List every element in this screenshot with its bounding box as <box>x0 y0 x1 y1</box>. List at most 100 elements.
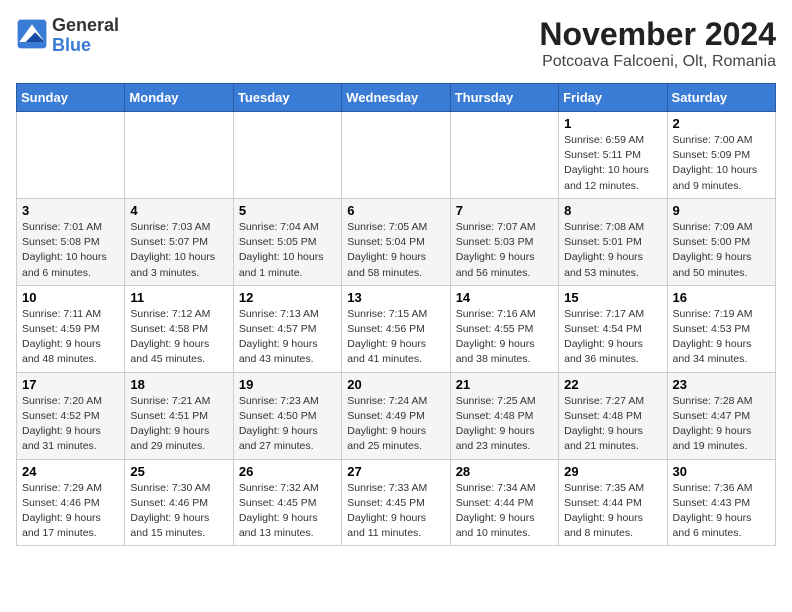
cell-info: Sunrise: 7:24 AM Sunset: 4:49 PM Dayligh… <box>347 394 444 455</box>
calendar-header: SundayMondayTuesdayWednesdayThursdayFrid… <box>17 84 776 112</box>
day-header: Saturday <box>667 84 775 112</box>
calendar-cell: 5 Sunrise: 7:04 AM Sunset: 5:05 PM Daylig… <box>233 198 341 285</box>
day-number: 8 <box>564 203 661 218</box>
logo: General Blue <box>16 16 119 56</box>
calendar-week: 17 Sunrise: 7:20 AM Sunset: 4:52 PM Dayli… <box>17 372 776 459</box>
day-number: 9 <box>673 203 770 218</box>
cell-info: Sunrise: 7:11 AM Sunset: 4:59 PM Dayligh… <box>22 307 119 368</box>
day-number: 26 <box>239 464 336 479</box>
day-number: 14 <box>456 290 553 305</box>
calendar-cell: 11Sunrise: 7:12 AM Sunset: 4:58 PM Dayli… <box>125 285 233 372</box>
day-number: 18 <box>130 377 227 392</box>
calendar-cell: 29 Sunrise: 7:35 AM Sunset: 4:44 PM Dayli… <box>559 459 667 546</box>
calendar-cell <box>450 112 558 199</box>
cell-info: Sunrise: 7:00 AM Sunset: 5:09 PM Dayligh… <box>673 133 770 194</box>
calendar-cell <box>342 112 450 199</box>
cell-info: Sunrise: 7:20 AM Sunset: 4:52 PM Dayligh… <box>22 394 119 455</box>
calendar-week: 24Sunrise: 7:29 AM Sunset: 4:46 PM Dayli… <box>17 459 776 546</box>
cell-info: Sunrise: 7:15 AM Sunset: 4:56 PM Dayligh… <box>347 307 444 368</box>
header-row: SundayMondayTuesdayWednesdayThursdayFrid… <box>17 84 776 112</box>
cell-info: Sunrise: 7:19 AM Sunset: 4:53 PM Dayligh… <box>673 307 770 368</box>
cell-info: Sunrise: 6:59 AM Sunset: 5:11 PM Dayligh… <box>564 133 661 194</box>
day-number: 29 <box>564 464 661 479</box>
calendar-cell: 14 Sunrise: 7:16 AM Sunset: 4:55 PM Dayli… <box>450 285 558 372</box>
day-number: 10 <box>22 290 119 305</box>
calendar-cell: 8 Sunrise: 7:08 AM Sunset: 5:01 PM Daylig… <box>559 198 667 285</box>
cell-info: Sunrise: 7:17 AM Sunset: 4:54 PM Dayligh… <box>564 307 661 368</box>
cell-info: Sunrise: 7:07 AM Sunset: 5:03 PM Dayligh… <box>456 220 553 281</box>
calendar-cell: 30Sunrise: 7:36 AM Sunset: 4:43 PM Dayli… <box>667 459 775 546</box>
calendar-cell: 13 Sunrise: 7:15 AM Sunset: 4:56 PM Dayli… <box>342 285 450 372</box>
day-number: 22 <box>564 377 661 392</box>
cell-info: Sunrise: 7:16 AM Sunset: 4:55 PM Dayligh… <box>456 307 553 368</box>
calendar-cell: 26 Sunrise: 7:32 AM Sunset: 4:45 PM Dayli… <box>233 459 341 546</box>
logo-text: General Blue <box>52 16 119 56</box>
cell-info: Sunrise: 7:25 AM Sunset: 4:48 PM Dayligh… <box>456 394 553 455</box>
calendar-cell: 25 Sunrise: 7:30 AM Sunset: 4:46 PM Dayli… <box>125 459 233 546</box>
calendar-week: 1 Sunrise: 6:59 AM Sunset: 5:11 PM Daylig… <box>17 112 776 199</box>
calendar-cell: 20 Sunrise: 7:24 AM Sunset: 4:49 PM Dayli… <box>342 372 450 459</box>
calendar-cell: 15 Sunrise: 7:17 AM Sunset: 4:54 PM Dayli… <box>559 285 667 372</box>
title-area: November 2024 Potcoava Falcoeni, Olt, Ro… <box>539 16 776 71</box>
day-header: Monday <box>125 84 233 112</box>
calendar-table: SundayMondayTuesdayWednesdayThursdayFrid… <box>16 83 776 546</box>
day-number: 27 <box>347 464 444 479</box>
day-number: 20 <box>347 377 444 392</box>
calendar-cell: 27Sunrise: 7:33 AM Sunset: 4:45 PM Dayli… <box>342 459 450 546</box>
logo-line2: Blue <box>52 36 119 56</box>
day-number: 17 <box>22 377 119 392</box>
day-number: 19 <box>239 377 336 392</box>
logo-line1: General <box>52 16 119 36</box>
day-number: 7 <box>456 203 553 218</box>
day-number: 4 <box>130 203 227 218</box>
calendar-week: 10 Sunrise: 7:11 AM Sunset: 4:59 PM Dayli… <box>17 285 776 372</box>
day-number: 3 <box>22 203 119 218</box>
location-title: Potcoava Falcoeni, Olt, Romania <box>539 53 776 71</box>
calendar-cell: 16Sunrise: 7:19 AM Sunset: 4:53 PM Dayli… <box>667 285 775 372</box>
calendar-cell: 6Sunrise: 7:05 AM Sunset: 5:04 PM Daylig… <box>342 198 450 285</box>
calendar-cell: 7 Sunrise: 7:07 AM Sunset: 5:03 PM Daylig… <box>450 198 558 285</box>
day-number: 15 <box>564 290 661 305</box>
day-number: 23 <box>673 377 770 392</box>
cell-info: Sunrise: 7:13 AM Sunset: 4:57 PM Dayligh… <box>239 307 336 368</box>
calendar-cell: 18 Sunrise: 7:21 AM Sunset: 4:51 PM Dayli… <box>125 372 233 459</box>
calendar-cell <box>125 112 233 199</box>
cell-info: Sunrise: 7:27 AM Sunset: 4:48 PM Dayligh… <box>564 394 661 455</box>
calendar-cell <box>233 112 341 199</box>
month-title: November 2024 <box>539 16 776 53</box>
day-number: 12 <box>239 290 336 305</box>
page-header: General Blue November 2024 Potcoava Falc… <box>16 16 776 71</box>
calendar-cell: 1 Sunrise: 6:59 AM Sunset: 5:11 PM Daylig… <box>559 112 667 199</box>
calendar-cell: 28Sunrise: 7:34 AM Sunset: 4:44 PM Dayli… <box>450 459 558 546</box>
cell-info: Sunrise: 7:36 AM Sunset: 4:43 PM Dayligh… <box>673 481 770 542</box>
cell-info: Sunrise: 7:30 AM Sunset: 4:46 PM Dayligh… <box>130 481 227 542</box>
calendar-cell: 17 Sunrise: 7:20 AM Sunset: 4:52 PM Dayli… <box>17 372 125 459</box>
day-header: Thursday <box>450 84 558 112</box>
calendar-cell: 21 Sunrise: 7:25 AM Sunset: 4:48 PM Dayli… <box>450 372 558 459</box>
day-number: 1 <box>564 116 661 131</box>
day-number: 21 <box>456 377 553 392</box>
calendar-cell: 19 Sunrise: 7:23 AM Sunset: 4:50 PM Dayli… <box>233 372 341 459</box>
day-number: 5 <box>239 203 336 218</box>
cell-info: Sunrise: 7:03 AM Sunset: 5:07 PM Dayligh… <box>130 220 227 281</box>
cell-info: Sunrise: 7:29 AM Sunset: 4:46 PM Dayligh… <box>22 481 119 542</box>
cell-info: Sunrise: 7:23 AM Sunset: 4:50 PM Dayligh… <box>239 394 336 455</box>
calendar-cell: 3 Sunrise: 7:01 AM Sunset: 5:08 PM Daylig… <box>17 198 125 285</box>
cell-info: Sunrise: 7:01 AM Sunset: 5:08 PM Dayligh… <box>22 220 119 281</box>
cell-info: Sunrise: 7:05 AM Sunset: 5:04 PM Dayligh… <box>347 220 444 281</box>
cell-info: Sunrise: 7:28 AM Sunset: 4:47 PM Dayligh… <box>673 394 770 455</box>
day-number: 13 <box>347 290 444 305</box>
day-header: Sunday <box>17 84 125 112</box>
day-header: Wednesday <box>342 84 450 112</box>
calendar-cell: 9Sunrise: 7:09 AM Sunset: 5:00 PM Daylig… <box>667 198 775 285</box>
cell-info: Sunrise: 7:35 AM Sunset: 4:44 PM Dayligh… <box>564 481 661 542</box>
day-number: 25 <box>130 464 227 479</box>
calendar-cell: 10 Sunrise: 7:11 AM Sunset: 4:59 PM Dayli… <box>17 285 125 372</box>
cell-info: Sunrise: 7:04 AM Sunset: 5:05 PM Dayligh… <box>239 220 336 281</box>
cell-info: Sunrise: 7:32 AM Sunset: 4:45 PM Dayligh… <box>239 481 336 542</box>
day-number: 11 <box>130 290 227 305</box>
cell-info: Sunrise: 7:08 AM Sunset: 5:01 PM Dayligh… <box>564 220 661 281</box>
cell-info: Sunrise: 7:34 AM Sunset: 4:44 PM Dayligh… <box>456 481 553 542</box>
calendar-cell: 24Sunrise: 7:29 AM Sunset: 4:46 PM Dayli… <box>17 459 125 546</box>
cell-info: Sunrise: 7:21 AM Sunset: 4:51 PM Dayligh… <box>130 394 227 455</box>
